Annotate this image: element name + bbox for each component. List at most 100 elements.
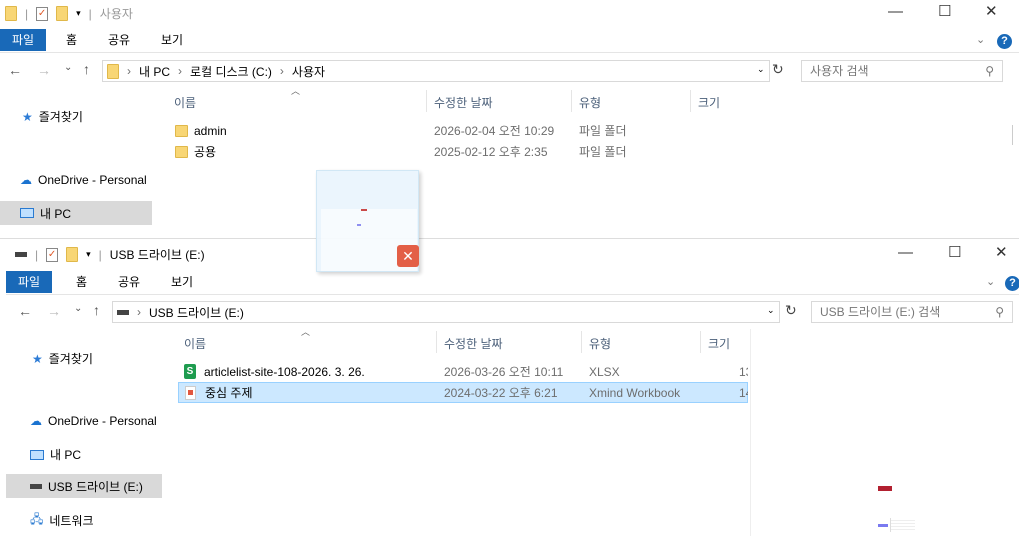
breadcrumb-item[interactable]: 사용자 <box>292 63 325 80</box>
sidebar-item-favorites[interactable]: ★ 즐겨찾기 <box>2 108 83 125</box>
minimize-button[interactable]: — <box>888 3 903 20</box>
address-bar[interactable]: › 내 PC › 로컬 디스크 (C:) › 사용자 <box>102 60 770 82</box>
file-name: admin <box>194 123 227 138</box>
close-button[interactable]: ✕ <box>995 243 1008 261</box>
tab-share[interactable]: 공유 <box>106 271 152 293</box>
divider: | <box>88 6 92 21</box>
help-icon[interactable]: ? <box>1005 276 1019 291</box>
recent-dropdown-icon[interactable]: ⌄ <box>74 303 82 314</box>
sidebar-item-network[interactable]: 🖧 네트워크 <box>10 510 94 531</box>
divider <box>6 294 1019 295</box>
close-button[interactable]: ✕ <box>985 2 998 20</box>
sidebar-label: OneDrive - Personal <box>38 173 147 187</box>
column-header-size[interactable]: 크기 <box>698 94 720 111</box>
cloud-icon: ☁ <box>20 173 32 187</box>
breadcrumb-item[interactable]: 내 PC <box>139 63 170 80</box>
refresh-button[interactable]: ↻ <box>785 302 797 319</box>
sidebar-item-onedrive[interactable]: ☁ OneDrive - Personal <box>10 414 157 428</box>
properties-icon[interactable]: ✓ <box>46 247 59 262</box>
sidebar-item-favorites[interactable]: ★ 즐겨찾기 <box>12 350 93 367</box>
maximize-button[interactable]: ☐ <box>948 243 961 261</box>
drag-preview-thumbnail: ✕ <box>316 170 419 272</box>
column-divider[interactable] <box>436 331 437 353</box>
column-header-size[interactable]: 크기 <box>708 335 730 352</box>
properties-icon[interactable]: ✓ <box>36 6 49 21</box>
sidebar-label: 내 PC <box>40 206 72 221</box>
up-button[interactable]: ↑ <box>93 302 100 318</box>
back-button[interactable]: ← <box>18 303 32 319</box>
help-icon[interactable]: ? <box>997 34 1012 49</box>
search-input[interactable]: 사용자 검색 ⚲ <box>801 60 1003 82</box>
sidebar-item-usb-drive[interactable]: USB 드라이브 (E:) <box>6 474 162 498</box>
tab-home[interactable]: 홈 <box>64 271 99 293</box>
mindmap-node <box>361 209 367 211</box>
maximize-button[interactable]: ☐ <box>938 2 951 20</box>
divider: | <box>98 247 102 262</box>
file-row[interactable]: 공용 2025-02-12 오후 2:35 파일 폴더 <box>175 141 627 162</box>
customize-dropdown-icon[interactable]: ▾ <box>86 249 91 260</box>
column-header-date[interactable]: 수정한 날짜 <box>444 335 503 352</box>
sidebar-label: USB 드라이브 (E:) <box>48 479 143 494</box>
new-folder-icon[interactable] <box>66 247 79 262</box>
mindmap-branches <box>890 518 915 532</box>
breadcrumb-separator: › <box>127 64 131 78</box>
column-header-name[interactable]: 이름 <box>184 335 206 352</box>
tab-file[interactable]: 파일 <box>0 29 47 51</box>
sidebar-item-this-pc[interactable]: 내 PC <box>0 201 152 225</box>
forward-button[interactable]: → <box>47 303 61 319</box>
file-row-selected[interactable]: 중심 주제 2024-03-22 오후 6:21 Xmind Workbook … <box>178 382 748 403</box>
search-input[interactable]: USB 드라이브 (E:) 검색 ⚲ <box>811 301 1013 323</box>
usb-drive-icon <box>30 483 42 489</box>
forward-button[interactable]: → <box>37 62 51 78</box>
tab-file[interactable]: 파일 <box>6 271 53 293</box>
sidebar-item-onedrive[interactable]: ☁ OneDrive - Personal <box>0 173 147 187</box>
file-type: Xmind Workbook <box>589 385 681 400</box>
file-row[interactable]: admin 2026-02-04 오전 10:29 파일 폴더 <box>175 120 627 141</box>
mindmap-central-node <box>878 486 892 491</box>
sidebar-label: 즐겨찾기 <box>38 110 83 124</box>
file-name: 중심 주제 <box>205 386 253 400</box>
file-date: 2026-03-26 오전 10:11 <box>444 365 564 379</box>
tab-view[interactable]: 보기 <box>159 271 205 293</box>
tab-home[interactable]: 홈 <box>54 29 89 51</box>
column-divider[interactable] <box>581 331 582 353</box>
column-header-name[interactable]: 이름 <box>174 94 196 111</box>
expand-ribbon-icon[interactable]: ⌄ <box>986 275 995 288</box>
preview-pane <box>751 329 1019 536</box>
column-divider[interactable] <box>690 90 691 112</box>
tab-share[interactable]: 공유 <box>96 29 142 51</box>
customize-dropdown-icon[interactable]: ▾ <box>76 8 81 19</box>
window-title: USB 드라이브 (E:) <box>109 248 205 262</box>
up-button[interactable]: ↑ <box>83 61 90 77</box>
scrollbar[interactable] <box>1012 125 1013 145</box>
sidebar-item-this-pc[interactable]: 내 PC <box>10 446 81 463</box>
address-dropdown-icon[interactable]: ⌄ <box>757 64 765 75</box>
expand-ribbon-icon[interactable]: ⌄ <box>976 33 985 46</box>
file-date: 2025-02-12 오후 2:35 <box>434 145 548 159</box>
column-divider[interactable] <box>571 90 572 112</box>
search-icon: ⚲ <box>995 305 1004 319</box>
xmind-logo-icon: ✕ <box>397 245 419 267</box>
refresh-button[interactable]: ↻ <box>772 61 784 78</box>
breadcrumb-item[interactable]: USB 드라이브 (E:) <box>149 304 244 321</box>
divider: | <box>35 247 39 262</box>
file-row[interactable]: S articlelist-site-108-2026. 3. 26. 2026… <box>178 361 748 382</box>
column-divider[interactable] <box>700 331 701 353</box>
breadcrumb-separator: › <box>137 305 141 319</box>
address-bar[interactable]: › USB 드라이브 (E:) <box>112 301 780 323</box>
recent-dropdown-icon[interactable]: ⌄ <box>64 62 72 73</box>
sidebar-label: 내 PC <box>50 448 82 462</box>
address-dropdown-icon[interactable]: ⌄ <box>767 305 775 316</box>
minimize-button[interactable]: — <box>898 244 913 261</box>
window-title: 사용자 <box>99 7 133 21</box>
back-button[interactable]: ← <box>8 62 22 78</box>
column-header-type[interactable]: 유형 <box>579 94 601 111</box>
breadcrumb-item[interactable]: 로컬 디스크 (C:) <box>190 63 272 80</box>
cloud-icon: ☁ <box>30 414 42 428</box>
column-header-type[interactable]: 유형 <box>589 335 611 352</box>
column-header-date[interactable]: 수정한 날짜 <box>434 94 493 111</box>
new-folder-icon[interactable] <box>56 6 69 21</box>
tab-view[interactable]: 보기 <box>149 29 195 51</box>
column-divider[interactable] <box>426 90 427 112</box>
star-icon: ★ <box>22 109 33 124</box>
